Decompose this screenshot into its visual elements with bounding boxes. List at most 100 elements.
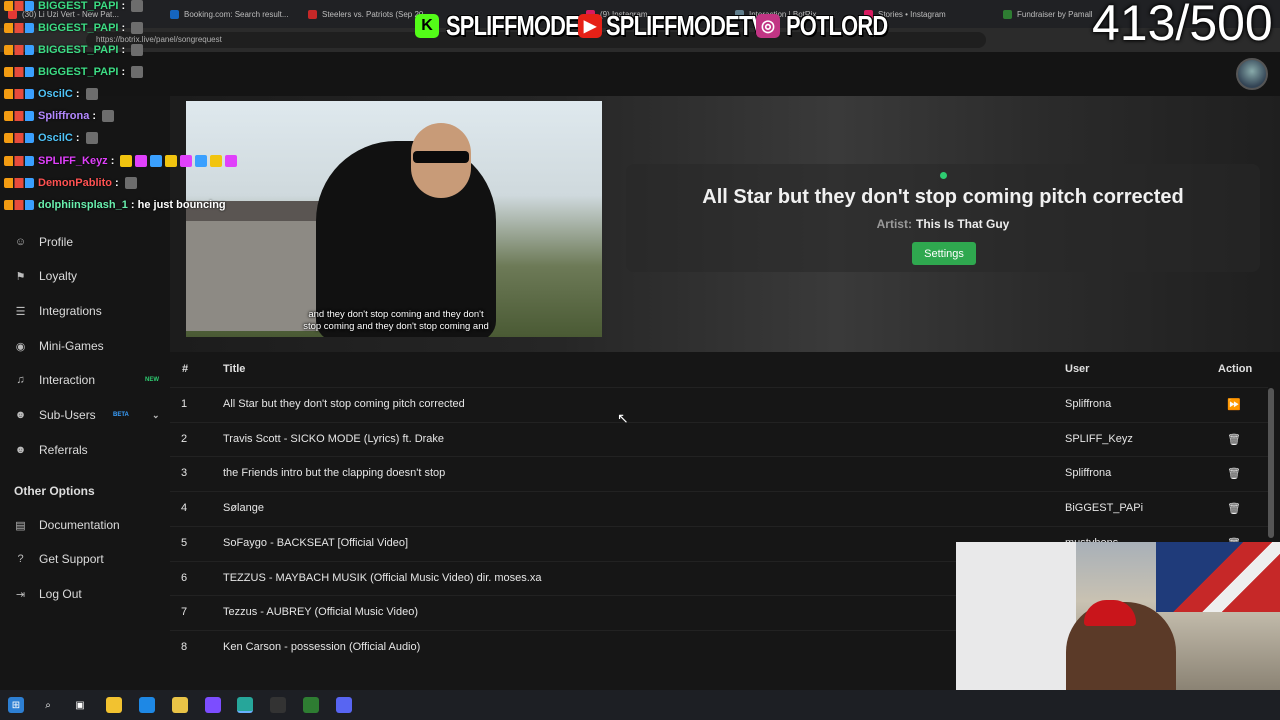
user-avatar[interactable] [1236, 58, 1268, 90]
music-icon: ♫ [16, 374, 25, 386]
sidebar-item-get-support[interactable]: ? Get Support [14, 548, 164, 570]
start-icon[interactable]: ⊞ [8, 697, 24, 713]
chat-username: BIGGEST_PAPI [38, 44, 119, 56]
sidebar-item-log-out[interactable]: ⇥ Log Out [14, 583, 164, 605]
gamepad-icon: ◉ [15, 340, 26, 353]
song-title: Sølange [223, 502, 264, 515]
chat-emote-icon [150, 155, 163, 168]
user-icon: ☺ [14, 236, 27, 248]
webcam-cabinet [956, 542, 1076, 690]
outlook-icon[interactable] [139, 697, 155, 713]
artist-name: This Is That Guy [915, 217, 1010, 231]
chat-separator: : [118, 44, 129, 56]
app-icon[interactable] [205, 697, 221, 713]
instagram-logo-icon: ◎ [756, 14, 780, 38]
sidebar-item-sub-users[interactable]: ☻ Sub-Users BETA ⌄ [14, 404, 164, 426]
tab-label: Fundraiser by Pamallu R... [1017, 9, 1093, 19]
row-number: 3 [181, 467, 188, 480]
chat-message: BIGGEST_PAPI : [4, 22, 144, 35]
sidebar-item-mini-games[interactable]: ◉ Mini-Games [14, 335, 164, 357]
chat-message: DemonPablito : [4, 177, 137, 190]
file-explorer-icon[interactable] [106, 697, 122, 713]
browser-tab[interactable]: Fundraiser by Pamallu R... [1003, 4, 1093, 24]
chat-emote-icon [120, 155, 133, 168]
song-title: Ken Carson - possession (Official Audio) [223, 640, 421, 653]
table-row-divider [170, 491, 1268, 493]
artist-label: Artist: [876, 217, 912, 231]
delete-song-icon[interactable]: 🗑 [1227, 433, 1241, 446]
sidebar-item-interaction[interactable]: ♫ Interaction NEW [14, 369, 164, 391]
requesting-user: SPLIFF_Keyz [1065, 432, 1133, 445]
chat-message: Spliffrona : [4, 110, 115, 123]
queue-scrollbar[interactable] [1268, 388, 1274, 538]
sidebar-item-documentation[interactable]: ▤ Documentation [14, 514, 164, 536]
sidebar-item-profile[interactable]: ☺ Profile [14, 231, 164, 253]
chat-emote-icon [85, 132, 98, 145]
col-header-user[interactable]: User [1065, 363, 1089, 375]
sidebar-item-label: Integrations [39, 304, 102, 318]
app2-icon[interactable] [303, 697, 319, 713]
sidebar-item-label: Loyalty [39, 269, 78, 283]
song-title: Tezzus - AUBREY (Official Music Video) [223, 606, 419, 619]
sidebar-item-label: Log Out [39, 587, 82, 601]
sidebar-item-loyalty[interactable]: ⚑ Loyalty [14, 265, 164, 287]
obs-icon[interactable] [270, 697, 286, 713]
table-row-divider [170, 525, 1268, 527]
song-title: Travis Scott - SICKO MODE (Lyrics) ft. D… [223, 432, 445, 445]
song-title: TEZZUS - MAYBACH MUSIK (Official Music V… [223, 571, 542, 584]
chat-username: BIGGEST_PAPI [38, 0, 119, 12]
chat-message: dolphiinsplash_1 : he just bouncing [4, 199, 226, 211]
edge-icon[interactable] [237, 697, 253, 713]
chat-emote-icon [85, 88, 98, 101]
chat-message: OscilC : [4, 88, 98, 101]
table-row-divider [170, 456, 1268, 458]
now-playing-artist-row: Artist: This Is That Guy [626, 217, 1260, 231]
chat-username: OscilC [38, 132, 73, 144]
col-header-title[interactable]: Title [223, 363, 245, 375]
chat-message: BIGGEST_PAPI : [4, 0, 144, 13]
chat-message: SPLIFF_Keyz : [4, 155, 238, 168]
chat-badges-icon [4, 23, 34, 34]
sidebar-item-referrals[interactable]: ☻ Referrals [14, 439, 164, 461]
webcam-flag [1156, 542, 1280, 612]
requesting-user: Spliffrona [1065, 467, 1112, 480]
search-icon[interactable]: ⌕ [40, 697, 56, 713]
live-status-dot [940, 172, 947, 179]
delete-song-icon[interactable]: 🗑 [1227, 467, 1241, 480]
chat-badges-icon [4, 133, 34, 144]
chat-badges-icon [4, 1, 34, 12]
chat-emote-icon [131, 66, 144, 79]
chat-badges-icon [4, 67, 34, 78]
chat-emote-icon [135, 155, 148, 168]
chat-username: dolphiinsplash_1 [38, 199, 128, 211]
brand-overlay-text: SPLIFFMODETV [606, 10, 766, 41]
song-title: the Friends intro but the clapping doesn… [223, 467, 446, 480]
chat-separator: : [127, 199, 138, 211]
kick-logo-icon: K [415, 14, 439, 38]
chat-username: OscilC [38, 88, 73, 100]
video-subtitles: and they don't stop coming and they don'… [246, 309, 546, 333]
book-icon: ▤ [15, 519, 26, 532]
chevron-down-icon[interactable]: ⌄ [152, 410, 160, 421]
discord-icon[interactable] [336, 697, 352, 713]
skip-song-icon[interactable]: ⏩ [1227, 398, 1241, 411]
song-title: SoFaygo - BACKSEAT [Official Video] [223, 536, 409, 549]
requesting-user: Spliffrona [1065, 398, 1112, 410]
delete-song-icon[interactable]: 🗑 [1227, 502, 1241, 515]
webcam-overlay [956, 542, 1280, 690]
task-view-icon[interactable]: ▣ [72, 697, 88, 713]
settings-button[interactable]: Settings [912, 242, 976, 265]
logout-icon: ⇥ [15, 588, 26, 601]
chat-username: DemonPablito [38, 177, 112, 189]
sidebar-item-integrations[interactable]: ☰ Integrations [14, 300, 164, 322]
chat-emote-icon [180, 155, 193, 168]
store-icon[interactable] [172, 697, 188, 713]
chat-badges-icon [4, 178, 34, 189]
table-row-divider [170, 387, 1268, 388]
chat-badges-icon [4, 89, 34, 100]
chat-emote-icon [131, 44, 144, 57]
chat-separator: : [72, 88, 83, 100]
chat-message: OscilC : [4, 132, 98, 145]
chat-badges-icon [4, 111, 34, 122]
subtitle-line-2: stop coming and they don't stop coming a… [303, 321, 489, 332]
